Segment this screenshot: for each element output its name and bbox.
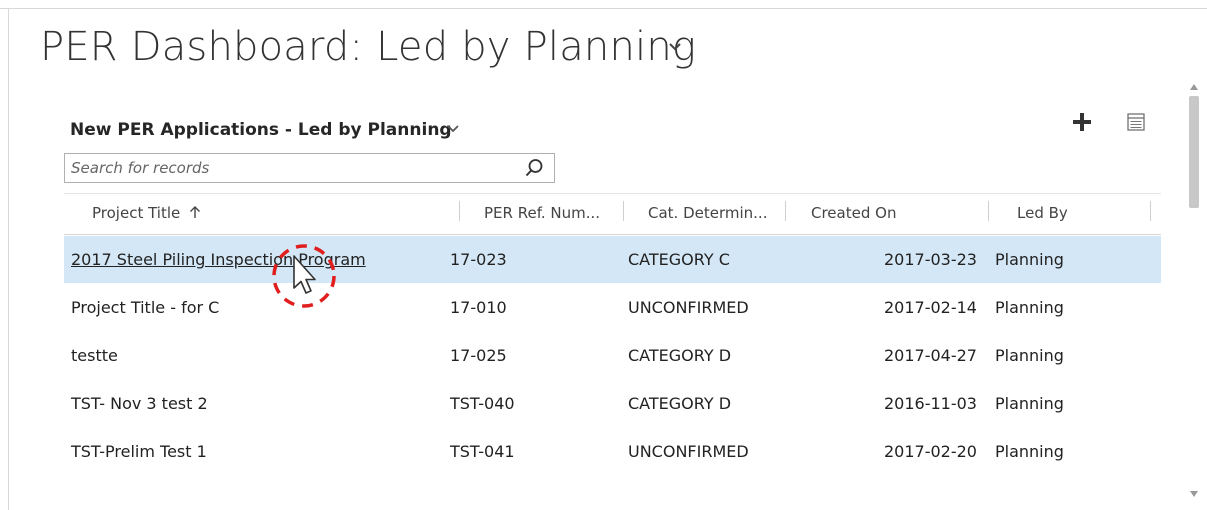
search-input[interactable] bbox=[65, 154, 505, 182]
table-row[interactable]: TST-Prelim Test 1 TST-041 UNCONFIRMED 20… bbox=[64, 428, 1161, 475]
top-divider bbox=[0, 8, 1207, 9]
led-by-cell: Planning bbox=[995, 394, 1064, 413]
led-by-cell: Planning bbox=[995, 442, 1064, 461]
created-on-cell: 2017-02-20 bbox=[884, 442, 977, 461]
view-title[interactable]: New PER Applications - Led by Planning bbox=[70, 120, 452, 140]
category-cell: UNCONFIRMED bbox=[628, 442, 749, 461]
table-row[interactable]: 2017 Steel Piling Inspection Program 17-… bbox=[64, 236, 1161, 283]
table-row[interactable]: testte 17-025 CATEGORY D 2017-04-27 Plan… bbox=[64, 332, 1161, 379]
created-on-cell: 2016-11-03 bbox=[884, 394, 977, 413]
scrollbar-thumb[interactable] bbox=[1189, 96, 1199, 208]
project-title-link[interactable]: TST-Prelim Test 1 bbox=[71, 428, 207, 475]
chevron-down-icon[interactable] bbox=[668, 42, 682, 52]
column-separator[interactable] bbox=[459, 201, 460, 221]
project-title-link[interactable]: testte bbox=[71, 332, 118, 379]
column-separator[interactable] bbox=[785, 201, 786, 221]
led-by-cell: Planning bbox=[995, 346, 1064, 365]
category-cell: UNCONFIRMED bbox=[628, 298, 749, 317]
project-title-link[interactable]: Project Title - for C bbox=[71, 284, 219, 331]
column-separator[interactable] bbox=[988, 201, 989, 221]
search-box bbox=[64, 153, 555, 183]
plus-icon[interactable] bbox=[1072, 112, 1092, 132]
scroll-up-arrow-icon[interactable] bbox=[1190, 84, 1198, 90]
scroll-down-arrow-icon[interactable] bbox=[1190, 491, 1198, 497]
header-bottom-divider bbox=[64, 234, 1161, 235]
created-on-cell: 2017-03-23 bbox=[884, 250, 977, 269]
per-ref-cell: TST-041 bbox=[450, 442, 515, 461]
chevron-down-icon[interactable] bbox=[446, 124, 460, 134]
search-icon[interactable] bbox=[524, 158, 544, 178]
arrow-up-icon bbox=[190, 206, 201, 218]
created-on-cell: 2017-04-27 bbox=[884, 346, 977, 365]
column-separator[interactable] bbox=[1150, 201, 1151, 221]
per-ref-cell: TST-040 bbox=[450, 394, 515, 413]
header-top-divider bbox=[64, 193, 1161, 194]
column-header-cat-determination[interactable]: Cat. Determin... bbox=[648, 192, 767, 234]
table-row[interactable]: Project Title - for C 17-010 UNCONFIRMED… bbox=[64, 284, 1161, 331]
created-on-cell: 2017-02-14 bbox=[884, 298, 977, 317]
grid-view-icon[interactable] bbox=[1127, 113, 1145, 131]
column-header-per-ref-num[interactable]: PER Ref. Num... bbox=[484, 192, 600, 234]
left-divider bbox=[8, 8, 9, 510]
project-title-link[interactable]: 2017 Steel Piling Inspection Program bbox=[71, 236, 366, 283]
column-header-project-title[interactable]: Project Title bbox=[92, 192, 201, 234]
column-header-label: Project Title bbox=[92, 204, 181, 222]
category-cell: CATEGORY D bbox=[628, 394, 732, 413]
column-header-led-by[interactable]: Led By bbox=[1017, 192, 1068, 234]
column-separator[interactable] bbox=[623, 201, 624, 221]
led-by-cell: Planning bbox=[995, 298, 1064, 317]
category-cell: CATEGORY C bbox=[628, 250, 730, 269]
project-title-link[interactable]: TST- Nov 3 test 2 bbox=[71, 380, 208, 427]
led-by-cell: Planning bbox=[995, 250, 1064, 269]
page-title: PER Dashboard: Led by Planning bbox=[40, 24, 697, 70]
per-ref-cell: 17-023 bbox=[450, 250, 507, 269]
category-cell: CATEGORY D bbox=[628, 346, 732, 365]
column-header-created-on[interactable]: Created On bbox=[811, 192, 896, 234]
per-ref-cell: 17-010 bbox=[450, 298, 507, 317]
table-row[interactable]: TST- Nov 3 test 2 TST-040 CATEGORY D 201… bbox=[64, 380, 1161, 427]
per-ref-cell: 17-025 bbox=[450, 346, 507, 365]
